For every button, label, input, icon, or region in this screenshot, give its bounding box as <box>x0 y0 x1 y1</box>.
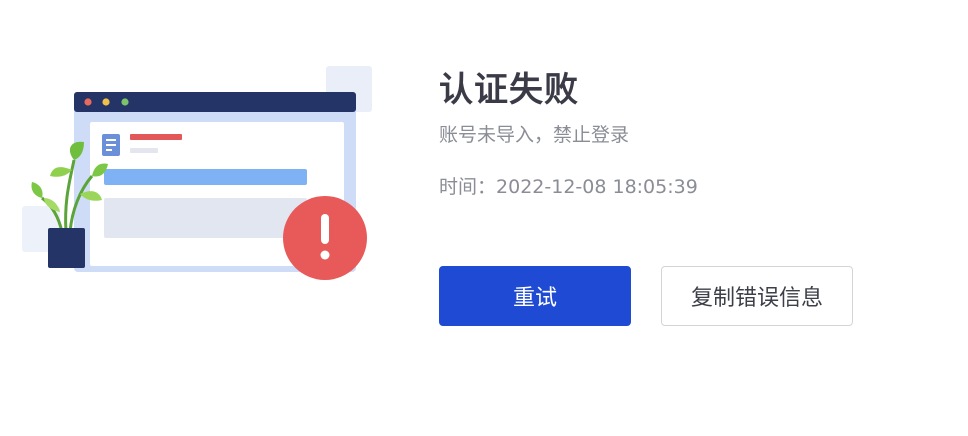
time-label: 时间： <box>439 176 497 198</box>
error-content: 认证失败 账号未导入，禁止登录 时间：2022-12-08 18:05:39 <box>439 66 939 200</box>
error-browser-window-illustration <box>22 66 372 280</box>
error-message: 账号未导入，禁止登录 <box>439 124 630 146</box>
copy-error-button[interactable]: 复制错误信息 <box>661 266 853 326</box>
exclamation-icon <box>283 196 367 280</box>
error-illustration <box>0 0 400 300</box>
time-value: 2022-12-08 18:05:39 <box>496 176 698 198</box>
error-time: 时间：2022-12-08 18:05:39 <box>439 174 939 200</box>
action-buttons: 重试 复制错误信息 <box>439 266 853 326</box>
error-title: 认证失败 <box>439 70 579 110</box>
retry-button[interactable]: 重试 <box>439 266 631 326</box>
